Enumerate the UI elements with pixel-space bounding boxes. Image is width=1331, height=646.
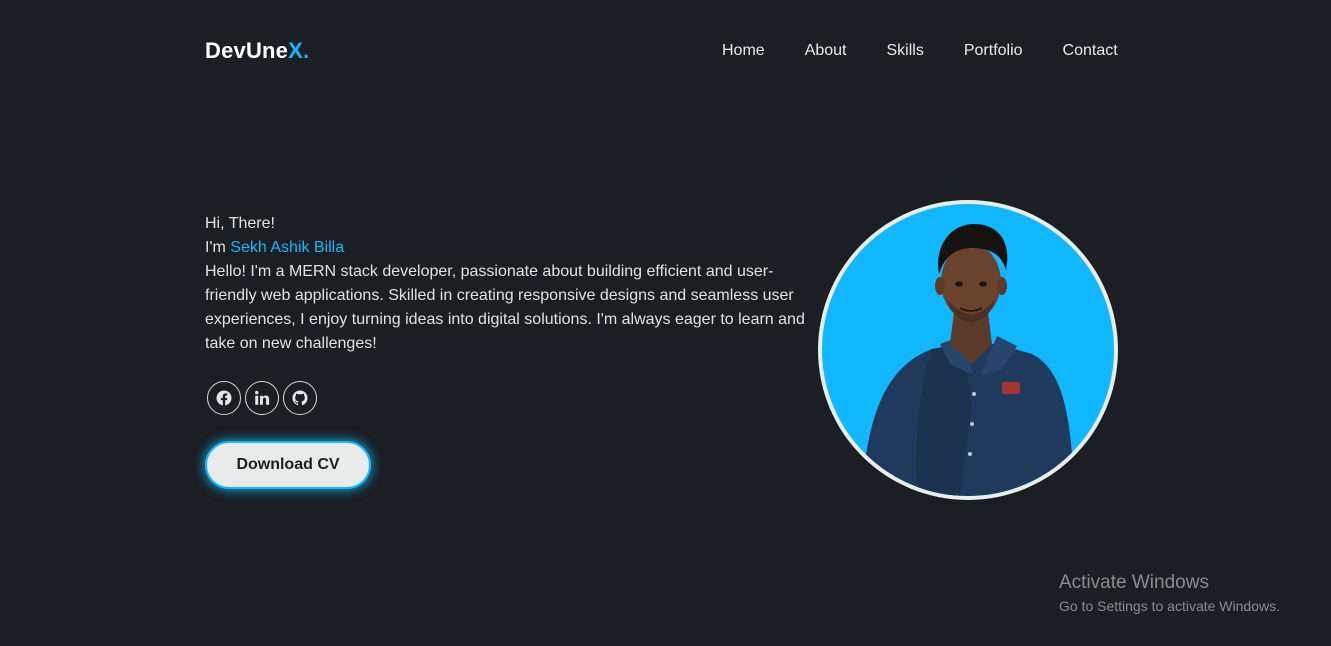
im-prefix: I'm: [205, 239, 231, 256]
linkedin-icon: [255, 390, 270, 405]
logo-accent: X.: [288, 38, 310, 63]
linkedin-link[interactable]: [245, 381, 279, 415]
activate-windows-watermark: Activate Windows Go to Settings to activ…: [1059, 572, 1280, 616]
download-cv-button[interactable]: Download CV: [205, 441, 371, 489]
github-link[interactable]: [283, 381, 317, 415]
person-portrait: [862, 224, 1074, 496]
greeting: Hi, There!: [205, 215, 275, 232]
portfolio-page: DevUneX. Home About Skills Portfolio Con…: [0, 0, 1331, 646]
profile-photo: [818, 200, 1118, 500]
facebook-icon: [216, 390, 232, 406]
developer-name: Sekh Ashik Billa: [230, 239, 345, 256]
bio-text: Hello! I'm a MERN stack developer, passi…: [205, 263, 805, 352]
facebook-link[interactable]: [207, 381, 241, 415]
social-links: [207, 381, 317, 415]
nav-about[interactable]: About: [805, 42, 847, 60]
name-line: I'm Sekh Ashik Billa: [205, 236, 815, 260]
main-nav: Home About Skills Portfolio Contact: [722, 42, 1118, 60]
nav-skills[interactable]: Skills: [887, 42, 924, 60]
nav-home[interactable]: Home: [722, 42, 765, 60]
watermark-title: Activate Windows: [1059, 572, 1209, 593]
hero-intro: Hi, There! I'm Sekh Ashik Billa Hello! I…: [205, 212, 815, 356]
profile-photo-background: [822, 204, 1114, 496]
github-icon: [292, 390, 308, 406]
logo-text: DevUne: [205, 38, 289, 63]
nav-contact[interactable]: Contact: [1063, 42, 1118, 60]
nav-portfolio[interactable]: Portfolio: [964, 42, 1023, 60]
watermark-subtitle: Go to Settings to activate Windows.: [1059, 598, 1280, 614]
site-logo[interactable]: DevUneX.: [205, 38, 309, 64]
